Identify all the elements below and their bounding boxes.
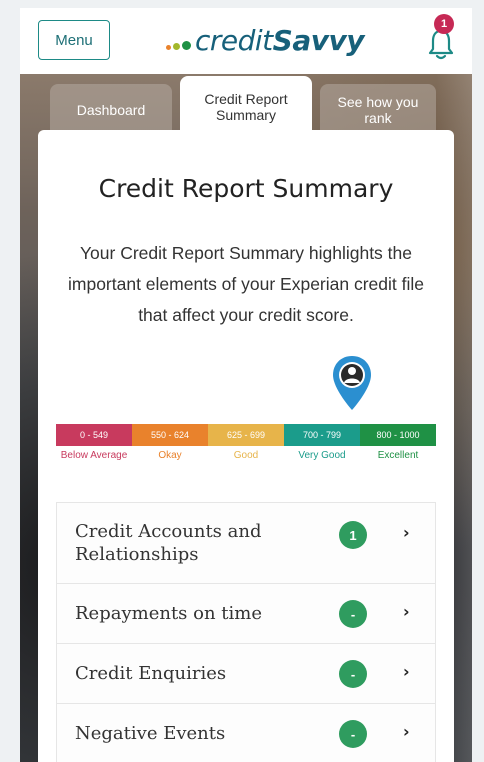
list-item-label: Negative Events [75, 723, 226, 744]
page-description: Your Credit Report Summary highlights th… [68, 243, 424, 325]
notification-badge: 1 [434, 14, 454, 34]
list-item-repayments[interactable]: Repayments on time - › [56, 584, 436, 644]
summary-card: Credit Report Summary Your Credit Report… [38, 130, 454, 762]
page-title: Credit Report Summary [98, 174, 394, 203]
scale-segment: 625 - 699 [208, 424, 284, 446]
logo-word-credit: credit [195, 23, 273, 57]
scale-segment: 550 - 624 [132, 424, 208, 446]
tab-label: Credit Report Summary [204, 91, 288, 123]
tab-see-how-you-rank[interactable]: See how you rank [320, 84, 436, 136]
scale-label: Excellent [377, 450, 419, 461]
logo-dots-icon [166, 40, 191, 50]
scale-segment: 800 - 1000 [360, 424, 436, 446]
logo-dot-lime [173, 42, 180, 50]
scale-range: 0 - 549 [79, 430, 109, 440]
list-item-label: Credit Enquiries [75, 663, 227, 684]
logo-dot-orange [166, 44, 171, 50]
list-item-label: Credit Accounts and Relationships [75, 521, 262, 565]
chevron-right-icon: › [403, 662, 410, 681]
scale-range: 625 - 699 [226, 430, 266, 440]
scale-range: 700 - 799 [302, 430, 342, 440]
menu-button[interactable]: Menu [38, 20, 110, 60]
tab-credit-report-summary[interactable]: Credit Report Summary [180, 76, 312, 138]
count-badge: - [339, 660, 367, 688]
scale-segment: 0 - 549 [56, 424, 132, 446]
scale-label: Okay [158, 450, 182, 461]
app-frame: Menu credit Savvy 1 Dashboard Credit Repo… [20, 8, 472, 762]
scale-label: Good [233, 450, 259, 461]
logo-word-savvy: Savvy [272, 23, 365, 57]
logo[interactable]: credit Savvy [166, 22, 365, 58]
score-scale-labels: Below Average Okay Good Very Good Excell… [56, 450, 436, 461]
chevron-right-icon: › [403, 523, 410, 542]
logo-dot-green [182, 40, 191, 50]
scale-label: Very Good [298, 450, 346, 461]
chevron-right-icon: › [403, 722, 410, 741]
chevron-right-icon: › [403, 602, 410, 621]
list-item-credit-enquiries[interactable]: Credit Enquiries - › [56, 644, 436, 704]
tab-label: See how you rank [337, 94, 419, 126]
scale-segment: 700 - 799 [284, 424, 360, 446]
scale-range: 800 - 1000 [376, 430, 420, 440]
summary-sections-list: Credit Accounts and Relationships 1 › Re… [56, 502, 436, 762]
location-pin-user-icon [333, 356, 371, 410]
top-header: Menu credit Savvy 1 [20, 8, 472, 74]
list-item-label: Repayments on time [75, 603, 262, 624]
scale-label: Below Average [60, 450, 128, 461]
list-item-negative-events[interactable]: Negative Events - › [56, 704, 436, 762]
count-badge: - [339, 720, 367, 748]
scale-range: 550 - 624 [150, 430, 190, 440]
score-scale-bar: 0 - 549 550 - 624 625 - 699 700 - 799 80… [56, 424, 436, 446]
count-badge: 1 [339, 521, 367, 549]
count-badge: - [339, 600, 367, 628]
list-item-credit-accounts[interactable]: Credit Accounts and Relationships 1 › [56, 502, 436, 584]
tab-dashboard[interactable]: Dashboard [50, 84, 172, 136]
